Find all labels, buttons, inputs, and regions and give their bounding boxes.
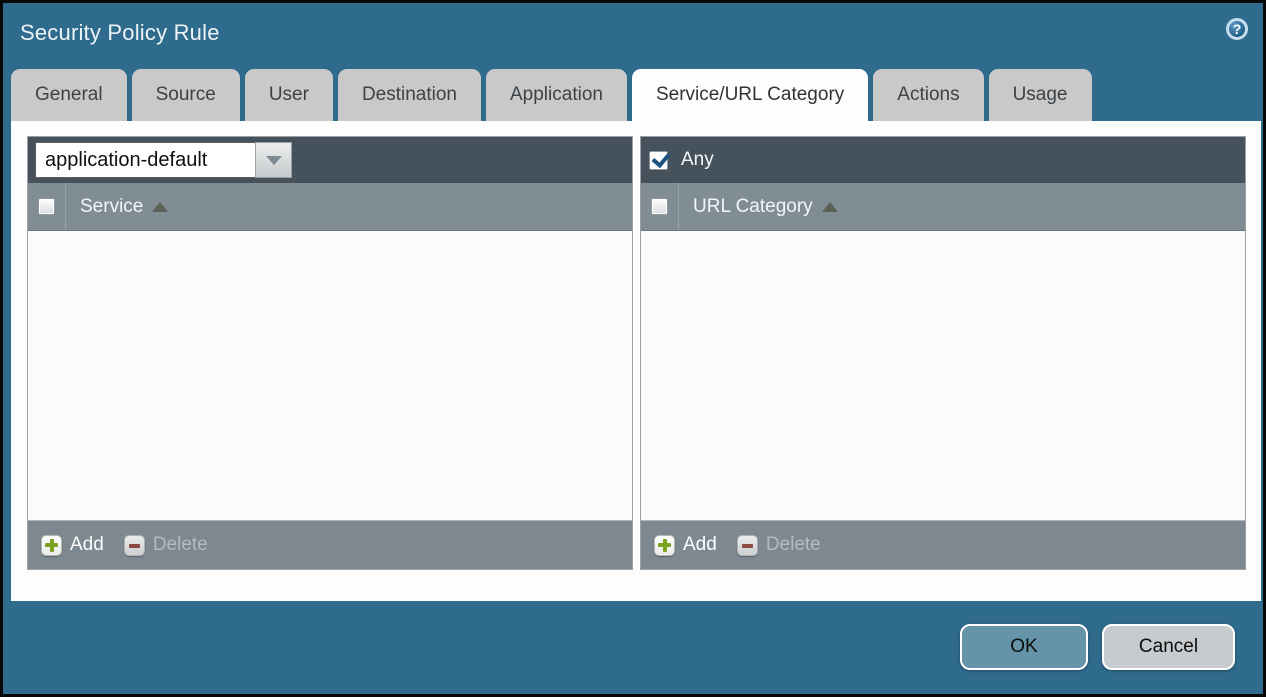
tab-actions[interactable]: Actions xyxy=(873,69,983,121)
page-title: Security Policy Rule xyxy=(20,20,220,46)
plus-icon xyxy=(654,535,675,556)
dialog-action-buttons: OK Cancel xyxy=(960,624,1235,670)
url-category-table-body xyxy=(641,231,1245,520)
minus-icon xyxy=(737,535,758,556)
url-category-table-header: URL Category xyxy=(641,183,1245,231)
tab-source[interactable]: Source xyxy=(132,69,240,121)
any-label: Any xyxy=(681,149,714,171)
delete-button-label: Delete xyxy=(766,534,821,556)
ok-button[interactable]: OK xyxy=(960,624,1088,670)
service-add-button[interactable]: Add xyxy=(41,534,104,556)
delete-button-label: Delete xyxy=(153,534,208,556)
sort-ascending-icon[interactable] xyxy=(152,202,168,212)
tab-content-area: Service Add Delete Any xyxy=(11,121,1261,601)
any-checkbox[interactable] xyxy=(649,151,668,170)
service-panel: Service Add Delete xyxy=(27,136,633,570)
tab-general[interactable]: General xyxy=(11,69,127,121)
tab-bar: General Source User Destination Applicat… xyxy=(11,69,1092,121)
tab-usage[interactable]: Usage xyxy=(989,69,1092,121)
service-column-header[interactable]: Service xyxy=(80,196,143,218)
url-category-panel: Any URL Category Add Delete xyxy=(640,136,1246,570)
cancel-button[interactable]: Cancel xyxy=(1102,624,1235,670)
url-category-delete-button[interactable]: Delete xyxy=(737,534,821,556)
tab-destination[interactable]: Destination xyxy=(338,69,481,121)
tab-user[interactable]: User xyxy=(245,69,333,121)
service-select-all-column xyxy=(28,183,66,230)
sort-ascending-icon[interactable] xyxy=(822,202,838,212)
tab-application[interactable]: Application xyxy=(486,69,627,121)
service-table-body xyxy=(28,231,632,520)
service-toolbar xyxy=(28,137,632,183)
url-category-select-all-checkbox[interactable] xyxy=(651,198,668,215)
service-table-header: Service xyxy=(28,183,632,231)
url-category-select-all-column xyxy=(641,183,679,230)
chevron-down-icon xyxy=(266,156,282,165)
service-select-all-checkbox[interactable] xyxy=(38,198,55,215)
service-type-combo xyxy=(35,142,292,178)
url-category-column-header[interactable]: URL Category xyxy=(693,196,813,218)
help-icon[interactable]: ? xyxy=(1226,18,1248,40)
service-panel-footer: Add Delete xyxy=(28,520,632,569)
url-category-toolbar: Any xyxy=(641,137,1245,183)
security-policy-rule-dialog: Security Policy Rule ? General Source Us… xyxy=(0,0,1266,697)
add-button-label: Add xyxy=(70,534,104,556)
add-button-label: Add xyxy=(683,534,717,556)
tab-service-url-category[interactable]: Service/URL Category xyxy=(632,69,868,121)
minus-icon xyxy=(124,535,145,556)
plus-icon xyxy=(41,535,62,556)
service-type-dropdown-button[interactable] xyxy=(255,142,292,178)
service-delete-button[interactable]: Delete xyxy=(124,534,208,556)
service-type-input[interactable] xyxy=(35,142,255,178)
url-category-add-button[interactable]: Add xyxy=(654,534,717,556)
url-category-panel-footer: Add Delete xyxy=(641,520,1245,569)
